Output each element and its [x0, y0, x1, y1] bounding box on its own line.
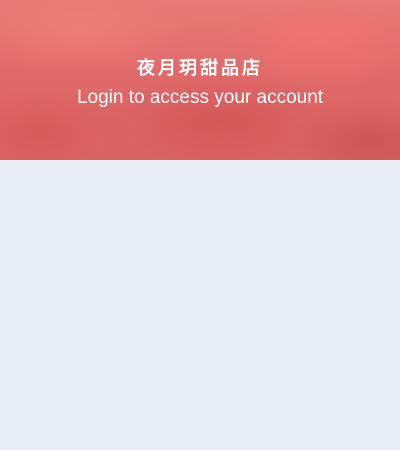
hero-text-block: 夜月玥甜品店 Login to access your account: [0, 56, 400, 110]
login-hero-banner: 夜月玥甜品店 Login to access your account: [0, 0, 400, 160]
login-content-area: [0, 160, 400, 450]
login-subtitle: Login to access your account: [76, 87, 324, 108]
store-name-title: 夜月玥甜品店: [137, 58, 263, 79]
